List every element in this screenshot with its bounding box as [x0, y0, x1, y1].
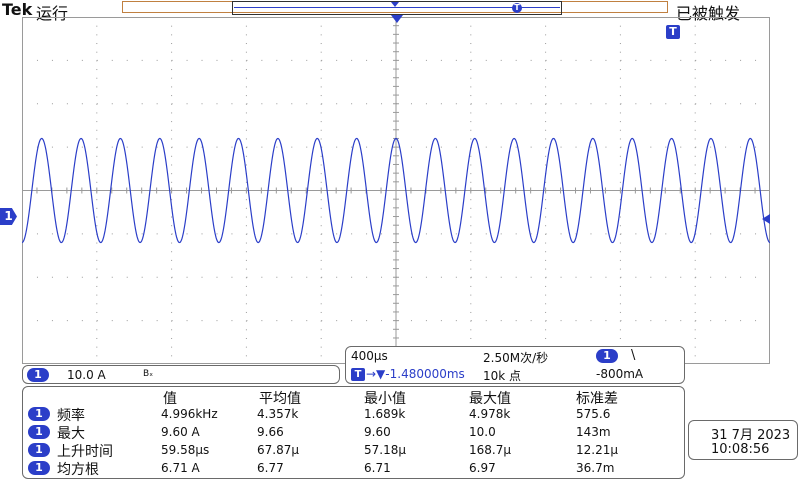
channel-scale-box[interactable]: 1 10.0 A Bₓ: [22, 365, 340, 384]
meas-row-ch-badge: 1: [28, 425, 50, 439]
bandwidth-limit-icon: Bₓ: [143, 369, 154, 379]
time-display: 10:08:56: [711, 442, 770, 457]
measurements-table[interactable]: 值 平均值 最小值 最大值 标准差 1 频率 4.996kHz 4.357k 1…: [22, 386, 685, 479]
meas-row-ch-badge: 1: [28, 443, 50, 457]
meas-value: 59.58µs: [161, 443, 210, 457]
meas-stddev: 575.6: [576, 407, 611, 421]
header-min: 最小值: [364, 391, 406, 407]
meas-mean: 4.357k: [257, 407, 299, 421]
record-center-icon: [391, 2, 399, 7]
meas-value: 9.60 A: [161, 425, 200, 439]
meas-min: 9.60: [364, 425, 391, 439]
meas-max: 6.97: [469, 461, 496, 475]
meas-stddev: 36.7m: [576, 461, 615, 475]
trigger-level: -800mA: [596, 367, 644, 381]
sample-rate: 2.50M次/秒: [483, 351, 549, 365]
record-length: 10k 点: [483, 369, 522, 383]
trigger-position-t-icon: T: [351, 368, 365, 381]
ch1-badge: 1: [27, 368, 49, 382]
header-stddev: 标准差: [576, 391, 618, 407]
ch1-scale: 10.0 A: [67, 368, 106, 382]
meas-value: 6.71 A: [161, 461, 200, 475]
meas-max: 4.978k: [469, 407, 511, 421]
meas-frequency-label: 频率: [57, 408, 85, 424]
meas-max: 10.0: [469, 425, 496, 439]
meas-stddev: 143m: [576, 425, 611, 439]
header-mean: 平均值: [259, 391, 301, 407]
meas-min: 6.71: [364, 461, 391, 475]
trigger-slope-icon: \: [631, 348, 636, 363]
trigger-source-badge: 1: [596, 349, 618, 363]
trigger-position-icon[interactable]: [391, 15, 403, 23]
header-value: 值: [163, 391, 177, 407]
header-max: 最大值: [469, 391, 511, 407]
trigger-t-icon: T: [666, 25, 680, 39]
time-per-div: 400µs: [351, 349, 388, 363]
meas-mean: 6.77: [257, 461, 284, 475]
grid-dots: [22, 17, 770, 364]
waveform-display[interactable]: [22, 17, 770, 364]
meas-min: 1.689k: [364, 407, 406, 421]
meas-stddev: 12.21µ: [576, 443, 618, 457]
date-display: 31 7月 2023: [711, 428, 791, 443]
date-time-box[interactable]: 31 7月 2023 10:08:56: [688, 420, 798, 460]
meas-row-ch-badge: 1: [28, 461, 50, 475]
record-trigger-icon: T: [512, 3, 522, 13]
trigger-level-icon[interactable]: [762, 214, 770, 224]
meas-mean: 9.66: [257, 425, 284, 439]
trigger-position-value: →▼-1.480000ms: [366, 367, 465, 381]
meas-rms-label: 均方根: [57, 462, 99, 478]
horizontal-trigger-box[interactable]: 400µs 2.50M次/秒 1 \ T →▼-1.480000ms 10k 点…: [345, 346, 685, 384]
meas-min: 57.18µ: [364, 443, 406, 457]
meas-max-label: 最大: [57, 426, 85, 442]
meas-value: 4.996kHz: [161, 407, 218, 421]
meas-rise-time-label: 上升时间: [57, 444, 113, 460]
meas-max: 168.7µ: [469, 443, 511, 457]
meas-row-ch-badge: 1: [28, 407, 50, 421]
ch1-ground-marker[interactable]: 1: [0, 208, 17, 225]
meas-mean: 67.87µ: [257, 443, 299, 457]
